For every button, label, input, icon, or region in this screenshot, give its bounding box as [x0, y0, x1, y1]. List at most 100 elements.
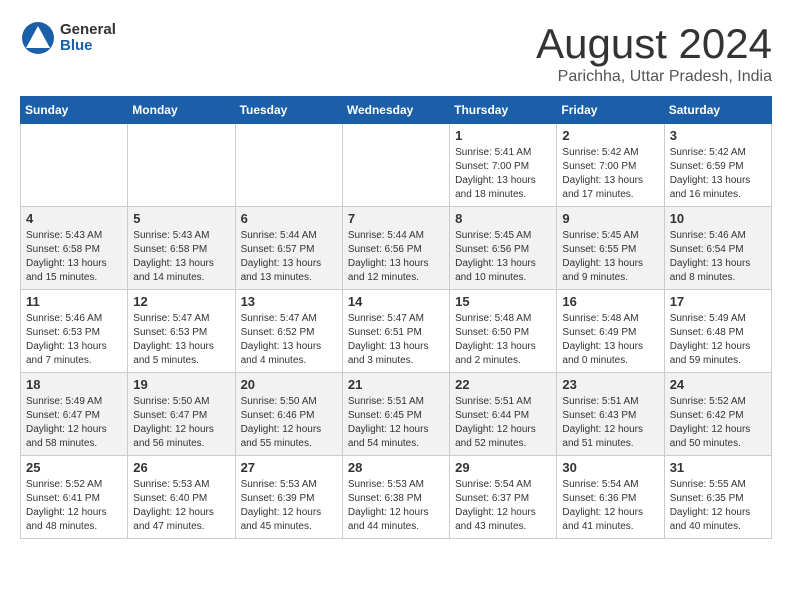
title-area: August 2024 Parichha, Uttar Pradesh, Ind…	[536, 20, 772, 86]
day-info: Sunrise: 5:54 AM Sunset: 6:37 PM Dayligh…	[455, 478, 551, 534]
calendar-cell: 24 Sunrise: 5:52 AM Sunset: 6:42 PM Dayli…	[664, 373, 771, 456]
calendar-cell: 28Sunrise: 5:53 AM Sunset: 6:38 PM Dayli…	[342, 456, 449, 539]
day-number: 20	[241, 377, 337, 392]
month-title: August 2024	[536, 20, 772, 68]
day-info: Sunrise: 5:46 AM Sunset: 6:54 PM Dayligh…	[670, 229, 766, 285]
day-info: Sunrise: 5:49 AM Sunset: 6:47 PM Dayligh…	[26, 395, 122, 451]
calendar-cell: 4Sunrise: 5:43 AM Sunset: 6:58 PM Daylig…	[21, 207, 128, 290]
day-info: Sunrise: 5:46 AM Sunset: 6:53 PM Dayligh…	[26, 312, 122, 368]
day-info: Sunrise: 5:45 AM Sunset: 6:56 PM Dayligh…	[455, 229, 551, 285]
calendar-week-row: 11 Sunrise: 5:46 AM Sunset: 6:53 PM Dayli…	[21, 290, 772, 373]
day-info: Sunrise: 5:49 AM Sunset: 6:48 PM Dayligh…	[670, 312, 766, 368]
calendar-cell: 23 Sunrise: 5:51 AM Sunset: 6:43 PM Dayli…	[557, 373, 664, 456]
day-number: 11	[26, 294, 122, 309]
day-number: 7	[348, 211, 444, 226]
calendar-cell: 17 Sunrise: 5:49 AM Sunset: 6:48 PM Dayli…	[664, 290, 771, 373]
calendar-cell	[21, 124, 128, 207]
calendar-cell: 26 Sunrise: 5:53 AM Sunset: 6:40 PM Dayli…	[128, 456, 235, 539]
logo-general: General	[60, 22, 116, 39]
weekday-header-wednesday: Wednesday	[342, 97, 449, 124]
calendar-cell: 3 Sunrise: 5:42 AM Sunset: 6:59 PM Daylig…	[664, 124, 771, 207]
calendar-cell	[128, 124, 235, 207]
calendar-cell: 7 Sunrise: 5:44 AM Sunset: 6:56 PM Daylig…	[342, 207, 449, 290]
calendar-cell: 5 Sunrise: 5:43 AM Sunset: 6:58 PM Daylig…	[128, 207, 235, 290]
day-number: 27	[241, 460, 337, 475]
day-number: 24	[670, 377, 766, 392]
calendar-cell	[235, 124, 342, 207]
calendar-cell: 1 Sunrise: 5:41 AM Sunset: 7:00 PM Daylig…	[450, 124, 557, 207]
calendar-cell: 18 Sunrise: 5:49 AM Sunset: 6:47 PM Dayli…	[21, 373, 128, 456]
calendar-table: SundayMondayTuesdayWednesdayThursdayFrid…	[20, 96, 772, 539]
day-number: 3	[670, 128, 766, 143]
day-info: Sunrise: 5:43 AM Sunset: 6:58 PM Dayligh…	[133, 229, 229, 285]
calendar-week-row: 25 Sunrise: 5:52 AM Sunset: 6:41 PM Dayli…	[21, 456, 772, 539]
day-number: 23	[562, 377, 658, 392]
logo: General Blue	[20, 20, 116, 56]
day-info: Sunrise: 5:51 AM Sunset: 6:44 PM Dayligh…	[455, 395, 551, 451]
calendar-week-row: 4 Sunrise: 5:43 AM Sunset: 6:58 PM Daylig…	[21, 207, 772, 290]
weekday-header-monday: Monday	[128, 97, 235, 124]
day-number: 8	[455, 211, 551, 226]
day-number: 22	[455, 377, 551, 392]
location-title: Parichha, Uttar Pradesh, India	[536, 68, 772, 86]
day-info: Sunrise: 5:42 AM Sunset: 7:00 PM Dayligh…	[562, 146, 658, 202]
day-info: Sunrise: 5:50 AM Sunset: 6:46 PM Dayligh…	[241, 395, 337, 451]
calendar-week-row: 1 Sunrise: 5:41 AM Sunset: 7:00 PM Daylig…	[21, 124, 772, 207]
day-number: 17	[670, 294, 766, 309]
logo-icon	[20, 20, 56, 56]
header: General Blue August 2024 Parichha, Uttar…	[20, 20, 772, 86]
day-info: Sunrise: 5:41 AM Sunset: 7:00 PM Dayligh…	[455, 146, 551, 202]
day-info: Sunrise: 5:44 AM Sunset: 6:57 PM Dayligh…	[241, 229, 337, 285]
day-info: Sunrise: 5:51 AM Sunset: 6:45 PM Dayligh…	[348, 395, 444, 451]
day-number: 2	[562, 128, 658, 143]
day-info: Sunrise: 5:54 AM Sunset: 6:36 PM Dayligh…	[562, 478, 658, 534]
day-number: 18	[26, 377, 122, 392]
day-info: Sunrise: 5:51 AM Sunset: 6:43 PM Dayligh…	[562, 395, 658, 451]
weekday-header-saturday: Saturday	[664, 97, 771, 124]
weekday-header-thursday: Thursday	[450, 97, 557, 124]
calendar-cell: 16Sunrise: 5:48 AM Sunset: 6:49 PM Dayli…	[557, 290, 664, 373]
day-number: 25	[26, 460, 122, 475]
day-info: Sunrise: 5:45 AM Sunset: 6:55 PM Dayligh…	[562, 229, 658, 285]
calendar-cell: 13 Sunrise: 5:47 AM Sunset: 6:52 PM Dayli…	[235, 290, 342, 373]
logo-blue: Blue	[60, 38, 116, 55]
day-number: 5	[133, 211, 229, 226]
day-number: 9	[562, 211, 658, 226]
day-info: Sunrise: 5:44 AM Sunset: 6:56 PM Dayligh…	[348, 229, 444, 285]
calendar-cell: 12 Sunrise: 5:47 AM Sunset: 6:53 PM Dayli…	[128, 290, 235, 373]
day-info: Sunrise: 5:53 AM Sunset: 6:39 PM Dayligh…	[241, 478, 337, 534]
calendar-cell: 6 Sunrise: 5:44 AM Sunset: 6:57 PM Daylig…	[235, 207, 342, 290]
day-info: Sunrise: 5:47 AM Sunset: 6:52 PM Dayligh…	[241, 312, 337, 368]
day-info: Sunrise: 5:42 AM Sunset: 6:59 PM Dayligh…	[670, 146, 766, 202]
day-number: 29	[455, 460, 551, 475]
calendar-cell: 31Sunrise: 5:55 AM Sunset: 6:35 PM Dayli…	[664, 456, 771, 539]
calendar-week-row: 18 Sunrise: 5:49 AM Sunset: 6:47 PM Dayli…	[21, 373, 772, 456]
calendar-cell: 11 Sunrise: 5:46 AM Sunset: 6:53 PM Dayli…	[21, 290, 128, 373]
day-info: Sunrise: 5:48 AM Sunset: 6:49 PM Dayligh…	[562, 312, 658, 368]
calendar-cell: 29 Sunrise: 5:54 AM Sunset: 6:37 PM Dayli…	[450, 456, 557, 539]
day-number: 14	[348, 294, 444, 309]
calendar-cell: 9 Sunrise: 5:45 AM Sunset: 6:55 PM Daylig…	[557, 207, 664, 290]
day-info: Sunrise: 5:53 AM Sunset: 6:40 PM Dayligh…	[133, 478, 229, 534]
day-number: 19	[133, 377, 229, 392]
calendar-cell: 21Sunrise: 5:51 AM Sunset: 6:45 PM Dayli…	[342, 373, 449, 456]
day-info: Sunrise: 5:48 AM Sunset: 6:50 PM Dayligh…	[455, 312, 551, 368]
day-number: 12	[133, 294, 229, 309]
day-info: Sunrise: 5:53 AM Sunset: 6:38 PM Dayligh…	[348, 478, 444, 534]
day-number: 31	[670, 460, 766, 475]
day-number: 1	[455, 128, 551, 143]
day-info: Sunrise: 5:50 AM Sunset: 6:47 PM Dayligh…	[133, 395, 229, 451]
day-number: 26	[133, 460, 229, 475]
calendar-cell: 8 Sunrise: 5:45 AM Sunset: 6:56 PM Daylig…	[450, 207, 557, 290]
weekday-header-tuesday: Tuesday	[235, 97, 342, 124]
calendar-cell: 30Sunrise: 5:54 AM Sunset: 6:36 PM Dayli…	[557, 456, 664, 539]
calendar-cell	[342, 124, 449, 207]
weekday-header-row: SundayMondayTuesdayWednesdayThursdayFrid…	[21, 97, 772, 124]
day-number: 13	[241, 294, 337, 309]
day-number: 6	[241, 211, 337, 226]
day-number: 15	[455, 294, 551, 309]
day-info: Sunrise: 5:52 AM Sunset: 6:42 PM Dayligh…	[670, 395, 766, 451]
day-info: Sunrise: 5:52 AM Sunset: 6:41 PM Dayligh…	[26, 478, 122, 534]
day-info: Sunrise: 5:47 AM Sunset: 6:53 PM Dayligh…	[133, 312, 229, 368]
day-number: 4	[26, 211, 122, 226]
